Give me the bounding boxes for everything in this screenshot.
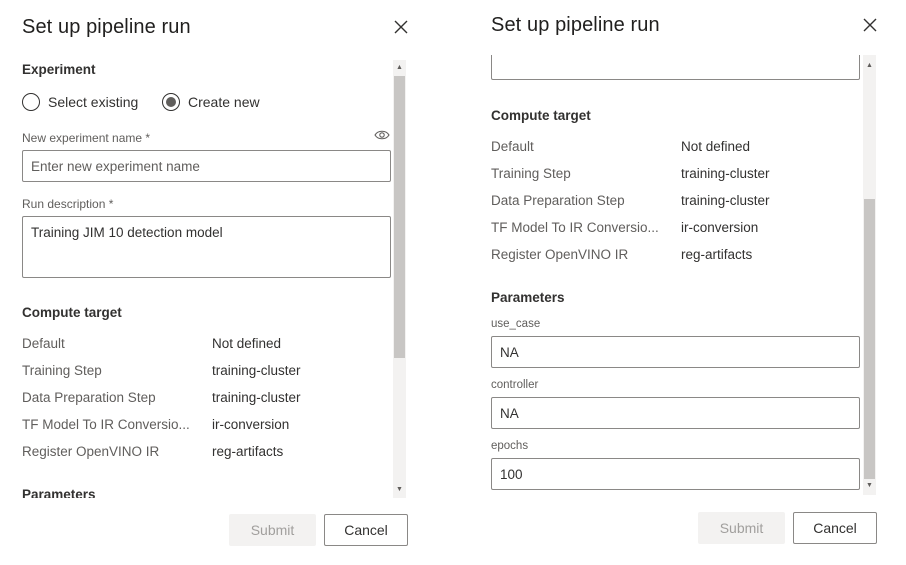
param-label-use-case: use_case bbox=[491, 318, 541, 330]
panel-title: Set up pipeline run bbox=[491, 14, 660, 36]
scroll-down-icon[interactable]: ▼ bbox=[393, 484, 406, 496]
compute-row-value: reg-artifacts bbox=[212, 444, 284, 459]
compute-row-label: Register OpenVINO IR bbox=[491, 247, 629, 262]
radio-circle-icon bbox=[22, 93, 40, 111]
radio-label: Create new bbox=[188, 94, 260, 110]
compute-row-value: training-cluster bbox=[681, 166, 770, 181]
compute-row-label: TF Model To IR Conversio... bbox=[491, 220, 659, 235]
radio-label: Select existing bbox=[48, 94, 139, 110]
submit-button[interactable]: Submit bbox=[698, 512, 785, 544]
param-label-controller: controller bbox=[491, 379, 539, 391]
radio-select-existing[interactable]: Select existing bbox=[22, 93, 138, 111]
compute-row-label: TF Model To IR Conversio... bbox=[22, 417, 190, 432]
parameters-heading: Parameters bbox=[491, 290, 565, 305]
compute-row-label: Data Preparation Step bbox=[22, 390, 156, 405]
panel-scroll-area[interactable]: Compute target Default Not defined Train… bbox=[470, 55, 862, 495]
scrollbar-thumb[interactable] bbox=[864, 199, 875, 479]
compute-row-label: Default bbox=[22, 336, 65, 351]
textarea-value: Training JIM 10 detection model bbox=[31, 225, 223, 240]
compute-row-value: ir-conversion bbox=[212, 417, 290, 432]
compute-target-heading: Compute target bbox=[491, 108, 591, 123]
compute-row-value: Not defined bbox=[681, 139, 751, 154]
submit-button[interactable]: Submit bbox=[229, 514, 316, 546]
scrollbar[interactable]: ▲ ▼ bbox=[863, 55, 876, 495]
param-input-epochs[interactable]: 100 bbox=[491, 458, 860, 490]
compute-row-value: training-cluster bbox=[212, 390, 301, 405]
experiment-name-input[interactable]: Enter new experiment name bbox=[22, 150, 391, 182]
compute-row-label: Training Step bbox=[22, 363, 102, 378]
run-description-label: Run description * bbox=[22, 197, 114, 211]
compute-row-label: Data Preparation Step bbox=[491, 193, 625, 208]
scroll-up-icon[interactable]: ▲ bbox=[863, 60, 876, 72]
radio-create-new[interactable]: Create new bbox=[162, 93, 260, 111]
pipeline-run-panel-left: Set up pipeline run Experiment Select ex… bbox=[0, 0, 430, 565]
panel-scroll-area[interactable]: Experiment Select existing Create new Ne… bbox=[0, 60, 410, 498]
compute-row-label: Default bbox=[491, 139, 534, 154]
close-icon[interactable] bbox=[392, 18, 410, 36]
parameters-heading: Parameters bbox=[22, 487, 96, 498]
compute-row-value: Not defined bbox=[212, 336, 282, 351]
radio-checked-icon bbox=[162, 93, 180, 111]
input-placeholder: Enter new experiment name bbox=[31, 159, 200, 174]
experiment-name-label: New experiment name * bbox=[22, 131, 151, 145]
scrollbar-thumb[interactable] bbox=[394, 76, 405, 358]
compute-row-value: reg-artifacts bbox=[681, 247, 753, 262]
experiment-heading: Experiment bbox=[22, 62, 96, 77]
compute-row-value: training-cluster bbox=[681, 193, 770, 208]
compute-row-label: Register OpenVINO IR bbox=[22, 444, 160, 459]
input-value: 100 bbox=[500, 467, 523, 482]
compute-target-heading: Compute target bbox=[22, 305, 122, 320]
compute-row-value: training-cluster bbox=[212, 363, 301, 378]
compute-row-value: ir-conversion bbox=[681, 220, 759, 235]
run-description-textarea[interactable] bbox=[491, 55, 860, 80]
panel-title: Set up pipeline run bbox=[22, 16, 191, 38]
cancel-button[interactable]: Cancel bbox=[793, 512, 877, 544]
input-value: NA bbox=[500, 345, 519, 360]
scrollbar[interactable]: ▲ ▼ bbox=[393, 60, 406, 498]
pipeline-run-panel-right: Set up pipeline run Compute target Defau… bbox=[470, 0, 906, 565]
scroll-down-icon[interactable]: ▼ bbox=[863, 480, 876, 492]
eye-icon[interactable] bbox=[374, 129, 390, 141]
close-icon[interactable] bbox=[861, 16, 879, 34]
input-value: NA bbox=[500, 406, 519, 421]
scroll-up-icon[interactable]: ▲ bbox=[393, 62, 406, 74]
param-input-controller[interactable]: NA bbox=[491, 397, 860, 429]
compute-row-label: Training Step bbox=[491, 166, 571, 181]
param-label-epochs: epochs bbox=[491, 440, 529, 452]
run-description-textarea[interactable]: Training JIM 10 detection model bbox=[22, 216, 391, 278]
cancel-button[interactable]: Cancel bbox=[324, 514, 408, 546]
param-input-use-case[interactable]: NA bbox=[491, 336, 860, 368]
